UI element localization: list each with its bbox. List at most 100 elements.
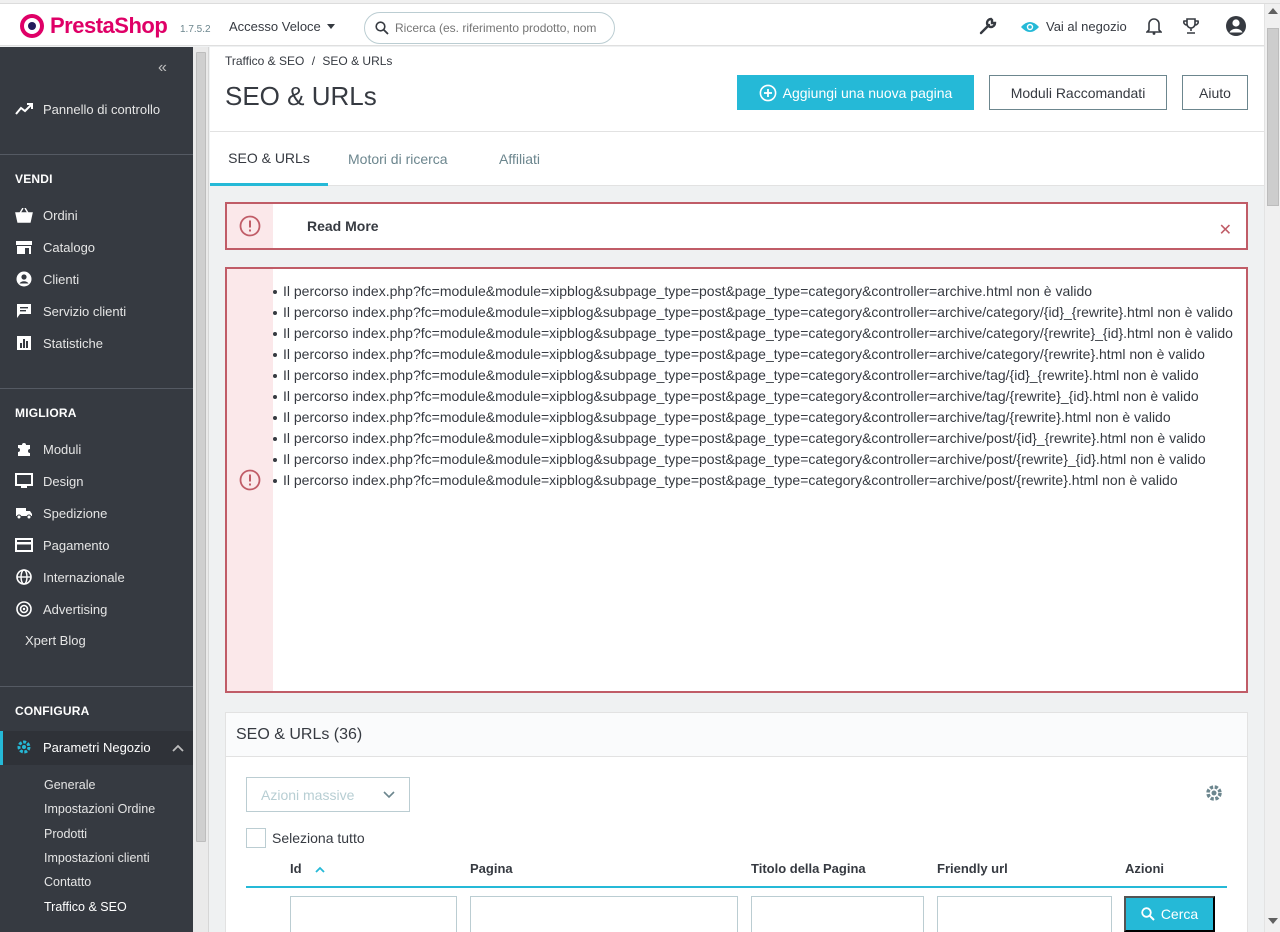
sidebar-item-design[interactable]: Design (15, 473, 83, 489)
prestashop-logo[interactable]: PrestaShop (20, 13, 168, 39)
page-scrollbar[interactable] (1264, 0, 1280, 932)
sidebar-item-stats[interactable]: Statistiche (15, 335, 103, 351)
sidebar-item-label: Servizio clienti (43, 303, 127, 319)
sidebar-item-modules[interactable]: Moduli (15, 441, 81, 457)
column-header-actions: Azioni (1125, 861, 1164, 876)
tab-affiliates[interactable]: Affiliati (499, 132, 540, 186)
top-header: PrestaShop 1.7.5.2 Accesso Veloce Vai al… (0, 0, 1264, 46)
scroll-thumb[interactable] (1267, 28, 1279, 206)
column-header-page-title[interactable]: Titolo della Pagina (751, 861, 866, 876)
filter-page-input[interactable] (470, 896, 738, 932)
sub-item-traffic-seo[interactable]: Traffico & SEO (44, 900, 127, 914)
bell-icon[interactable] (1146, 17, 1162, 35)
column-header-id[interactable]: Id (290, 861, 325, 876)
sidebar-scroll-thumb[interactable] (196, 52, 206, 842)
search-input[interactable] (395, 21, 605, 35)
sidebar-item-label: Ordini (43, 207, 78, 223)
trophy-icon[interactable] (1182, 17, 1200, 35)
search-icon (1141, 907, 1155, 921)
sidebar-item-catalog[interactable]: Catalogo (15, 239, 95, 255)
help-button[interactable]: Aiuto (1182, 75, 1248, 110)
view-store-link[interactable]: Vai al negozio (1020, 19, 1127, 34)
sub-item-products[interactable]: Prodotti (44, 827, 87, 841)
quick-access-label: Accesso Veloce (229, 19, 321, 34)
sidebar-item-label: Catalogo (43, 239, 96, 255)
scroll-up-arrow-icon[interactable] (1268, 8, 1278, 14)
sidebar-item-payment[interactable]: Pagamento (15, 537, 110, 553)
read-more-alert: Read More ✕ (225, 202, 1248, 250)
read-more-link[interactable]: Read More (273, 204, 379, 248)
sidebar-item-label: Design (43, 473, 84, 489)
sidebar-item-international[interactable]: Internazionale (15, 569, 125, 585)
sidebar-item-label: Moduli (43, 441, 82, 457)
sidebar-item-xpert-blog[interactable]: Xpert Blog (25, 633, 86, 648)
sidebar-item-customers[interactable]: Clienti (15, 271, 79, 287)
column-header-page[interactable]: Pagina (470, 861, 513, 876)
chevron-up-icon[interactable] (172, 744, 184, 752)
error-icon (239, 469, 261, 491)
bulk-actions-dropdown[interactable]: Azioni massive (246, 777, 410, 812)
error-item: Il percorso index.php?fc=module&module=x… (273, 281, 1236, 302)
sidebar-scrollbar[interactable] (193, 47, 209, 932)
search-box[interactable] (364, 12, 615, 44)
select-all-label: Seleziona tutto (272, 830, 365, 846)
desktop-icon (15, 473, 33, 488)
sidebar-item-dashboard[interactable]: Pannello di controllo (15, 101, 160, 117)
bar-chart-icon (17, 336, 31, 350)
filter-page-title-input[interactable] (751, 896, 924, 932)
sub-item-general[interactable]: Generale (44, 778, 95, 792)
view-store-label: Vai al negozio (1046, 19, 1127, 34)
sub-item-contact[interactable]: Contatto (44, 875, 91, 889)
breadcrumb-parent[interactable]: Traffico & SEO (225, 54, 304, 68)
sidebar-item-customer-service[interactable]: Servizio clienti (15, 303, 126, 319)
eye-icon (1021, 21, 1039, 32)
recommended-modules-button[interactable]: Moduli Raccomandati (989, 75, 1167, 110)
quick-access-dropdown[interactable]: Accesso Veloce (229, 19, 335, 34)
sidebar-item-orders[interactable]: Ordini (15, 207, 78, 223)
error-item: Il percorso index.php?fc=module&module=x… (273, 449, 1236, 470)
add-circle-icon (759, 84, 777, 101)
select-all-row[interactable]: Seleziona tutto (246, 828, 365, 848)
breadcrumb-separator: / (311, 54, 316, 68)
add-new-page-label: Aggiungi una nuova pagina (782, 84, 953, 101)
sidebar-divider (0, 154, 193, 155)
error-item: Il percorso index.php?fc=module&module=x… (273, 344, 1236, 365)
search-button[interactable]: Cerca (1124, 896, 1215, 932)
brand-name: PrestaShop (50, 13, 168, 38)
column-header-friendly-url[interactable]: Friendly url (937, 861, 1008, 876)
sub-item-customer-settings[interactable]: Impostazioni clienti (44, 851, 150, 865)
page-title: SEO & URLs (225, 81, 377, 111)
close-icon[interactable]: ✕ (1219, 220, 1232, 240)
wrench-icon[interactable] (978, 16, 998, 36)
scroll-down-arrow-icon[interactable] (1268, 918, 1278, 924)
sidebar-item-label: Pannello di controllo (43, 101, 161, 117)
alert-icon-column (227, 204, 273, 248)
error-item: Il percorso index.php?fc=module&module=x… (273, 386, 1236, 407)
sidebar-item-advertising[interactable]: Advertising (15, 601, 107, 617)
puzzle-icon (18, 443, 30, 456)
error-item: Il percorso index.php?fc=module&module=x… (273, 428, 1236, 449)
user-account-icon[interactable] (1225, 15, 1247, 37)
filter-friendly-url-input[interactable] (937, 896, 1112, 932)
sidebar-item-shop-parameters-row[interactable]: Parametri Negozio (15, 739, 151, 755)
settings-gear-icon[interactable] (1204, 783, 1224, 803)
bulk-actions-label: Azioni massive (261, 786, 355, 803)
sidebar-item-label: Pagamento (43, 537, 110, 553)
error-list: Il percorso index.php?fc=module&module=x… (273, 269, 1246, 691)
error-item: Il percorso index.php?fc=module&module=x… (273, 302, 1236, 323)
select-all-checkbox[interactable] (246, 828, 266, 848)
add-new-page-button[interactable]: Aggiungi una nuova pagina (737, 75, 974, 110)
filter-id-input[interactable] (290, 896, 457, 932)
section-sell: VENDI (15, 172, 53, 186)
basket-icon (15, 207, 33, 223)
sidebar-item-shipping[interactable]: Spedizione (15, 505, 107, 521)
main-content: Traffico & SEO / SEO & URLs SEO & URLs A… (210, 47, 1264, 932)
tab-search-engines[interactable]: Motori di ricerca (348, 132, 448, 186)
sort-ascending-icon[interactable] (315, 866, 325, 873)
collapse-sidebar-icon[interactable]: « (158, 59, 167, 77)
account-circle-icon (16, 271, 32, 287)
globe-icon (16, 569, 32, 585)
error-item: Il percorso index.php?fc=module&module=x… (273, 323, 1236, 344)
sub-item-order-settings[interactable]: Impostazioni Ordine (44, 802, 155, 816)
tab-seo-urls[interactable]: SEO & URLs (210, 132, 328, 186)
